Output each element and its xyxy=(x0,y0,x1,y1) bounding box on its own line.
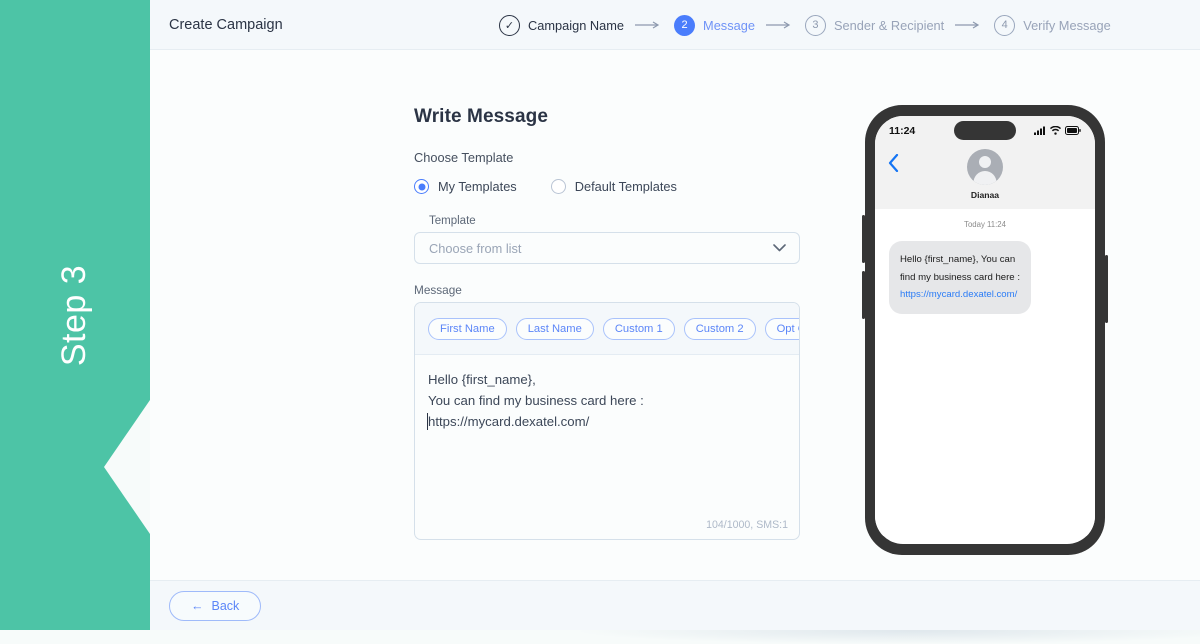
bubble-link[interactable]: https://mycard.dexatel.com/ xyxy=(900,289,1017,300)
chat-timestamp: Today 11:24 xyxy=(964,220,1006,229)
write-message-form: Write Message Choose Template My Templat… xyxy=(414,106,800,540)
stepper-item-message[interactable]: 2 Message xyxy=(674,14,755,36)
chip-opt-out[interactable]: Opt Out xyxy=(764,317,799,340)
bubble-text: Hello {first_name}, You can find my busi… xyxy=(900,254,1020,283)
phone-frame: 11:24 Dianaa Today 11:24 Hello {first_na… xyxy=(865,105,1105,555)
message-bubble: Hello {first_name}, You can find my busi… xyxy=(889,241,1031,314)
phone-status-bar: 11:24 xyxy=(875,116,1095,146)
phone-power-button xyxy=(1105,255,1108,323)
contact-avatar xyxy=(967,149,1003,185)
chat-header: Dianaa xyxy=(875,146,1095,209)
back-button-label: Back xyxy=(211,598,240,613)
stepper-item-sender-recipient[interactable]: 3 Sender & Recipient xyxy=(804,14,945,36)
battery-icon xyxy=(1065,122,1081,140)
chip-last-name[interactable]: Last Name xyxy=(515,317,594,340)
step-panel-label: Step 3 xyxy=(55,264,94,366)
stepper-arrow-icon xyxy=(635,21,663,29)
main-region: Create Campaign ✓ Campaign Name 2 Messag… xyxy=(150,0,1200,644)
chip-custom-1[interactable]: Custom 1 xyxy=(602,317,675,340)
radio-label-my-templates: My Templates xyxy=(438,179,517,194)
stepper-item-verify-message[interactable]: 4 Verify Message xyxy=(994,14,1111,36)
stepper-arrow-icon xyxy=(955,21,983,29)
character-counter: 104/1000, SMS:1 xyxy=(706,519,788,531)
stepper-number-2: 2 xyxy=(674,14,696,36)
stepper-number-4: 4 xyxy=(994,14,1016,36)
template-select[interactable]: Choose from list xyxy=(414,232,800,264)
page-title: Create Campaign xyxy=(169,16,283,33)
template-select-placeholder: Choose from list xyxy=(429,240,522,256)
chip-first-name[interactable]: First Name xyxy=(428,317,507,340)
step-panel: Step 3 xyxy=(0,0,150,630)
variable-chips-row: First Name Last Name Custom 1 Custom 2 O… xyxy=(415,303,799,355)
choose-template-label: Choose Template xyxy=(414,150,514,165)
signal-bars-icon xyxy=(1034,122,1046,140)
bottom-bar: ← Back xyxy=(150,580,1200,630)
stepper: ✓ Campaign Name 2 Message 3 Sender & Rec… xyxy=(499,0,1111,50)
phone-screen: 11:24 Dianaa Today 11:24 Hello {first_na… xyxy=(875,116,1095,544)
stepper-label-campaign-name: Campaign Name xyxy=(528,17,625,33)
stepper-check-icon: ✓ xyxy=(499,14,520,36)
message-line-2: You can find my business card here : xyxy=(428,393,644,408)
status-bar-time: 11:24 xyxy=(889,125,916,137)
chat-body: Today 11:24 Hello {first_name}, You can … xyxy=(875,209,1095,536)
status-bar-icons xyxy=(1034,122,1081,140)
form-title: Write Message xyxy=(414,106,549,127)
dynamic-island xyxy=(954,121,1016,140)
stepper-number-3: 3 xyxy=(804,14,826,36)
chip-custom-2[interactable]: Custom 2 xyxy=(683,317,756,340)
radio-my-templates[interactable]: My Templates xyxy=(414,179,517,194)
contact-name: Dianaa xyxy=(970,190,1000,200)
message-editor: First Name Last Name Custom 1 Custom 2 O… xyxy=(414,302,800,540)
chevron-down-icon xyxy=(773,239,786,257)
radio-default-templates[interactable]: Default Templates xyxy=(550,179,677,194)
stepper-item-campaign-name[interactable]: ✓ Campaign Name xyxy=(499,14,625,36)
stepper-arrow-icon xyxy=(765,21,794,29)
stepper-label-verify-message: Verify Message xyxy=(1023,17,1111,33)
template-source-radio-group: My Templates Default Templates xyxy=(414,179,800,194)
step-panel-label-wrap: Step 3 xyxy=(0,0,150,630)
message-line-3: https://mycard.dexatel.com/ xyxy=(427,411,786,432)
wifi-icon xyxy=(1049,122,1062,140)
template-field-label: Template xyxy=(429,215,476,227)
stepper-label-message: Message xyxy=(703,17,755,33)
radio-icon-selected xyxy=(414,179,429,194)
radio-icon-unselected xyxy=(550,179,566,194)
phone-preview: 11:24 Dianaa Today 11:24 Hello {first_na… xyxy=(862,105,1108,555)
message-line-1: Hello {first_name}, xyxy=(428,372,536,387)
chat-back-icon[interactable] xyxy=(888,153,899,176)
back-button[interactable]: ← Back xyxy=(169,590,262,621)
message-textarea[interactable]: Hello {first_name}, You can find my busi… xyxy=(415,355,799,539)
message-field-label: Message xyxy=(414,283,462,297)
radio-label-default-templates: Default Templates xyxy=(574,179,677,194)
content-area: Write Message Choose Template My Templat… xyxy=(150,50,1200,580)
stepper-label-sender-recipient: Sender & Recipient xyxy=(833,17,945,33)
top-bar: Create Campaign ✓ Campaign Name 2 Messag… xyxy=(150,0,1200,50)
arrow-left-icon: ← xyxy=(191,598,204,613)
